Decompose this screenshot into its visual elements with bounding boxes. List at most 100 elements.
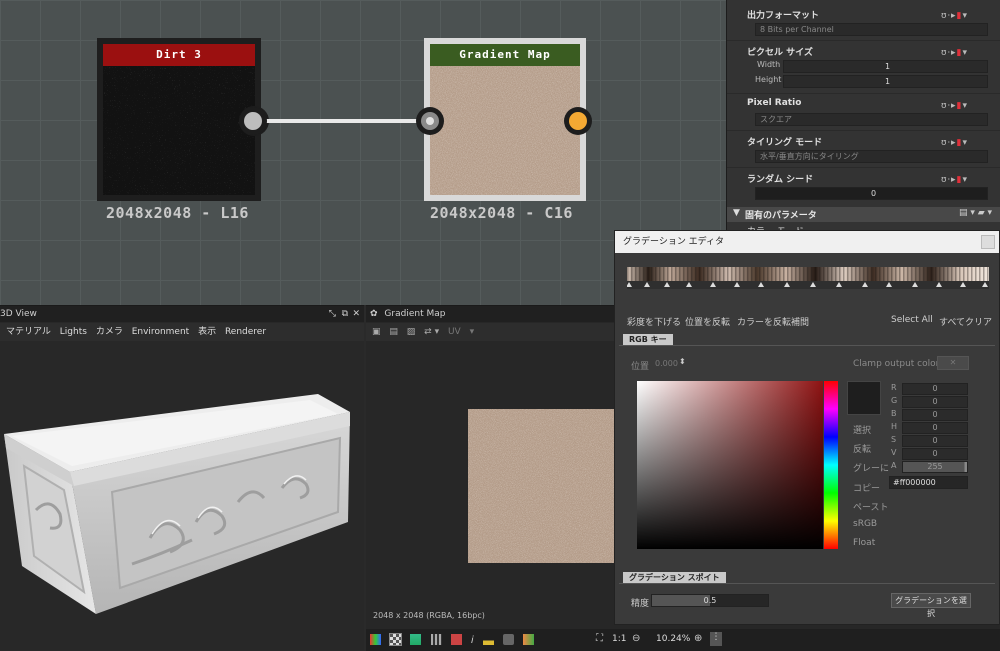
float-icon[interactable]: ⧉: [342, 306, 348, 322]
menu-material[interactable]: マテリアル: [6, 327, 51, 337]
zoom-in-icon[interactable]: ⊕: [694, 633, 702, 644]
3d-model-render[interactable]: [0, 342, 364, 651]
texture-preview[interactable]: [468, 409, 616, 563]
param-function-icons[interactable]: ʊ⸱▸▮▾: [941, 8, 968, 21]
height-label: Height: [755, 75, 782, 84]
gradient-bar[interactable]: [627, 267, 989, 289]
input-port-gradient[interactable]: [416, 107, 444, 135]
histogram-icon[interactable]: [482, 634, 494, 645]
divider: [727, 130, 1000, 131]
uv-label: UV: [447, 327, 461, 337]
pixel-ratio-label: Pixel Ratio: [747, 98, 802, 108]
channel-h-field[interactable]: 0: [902, 422, 968, 434]
float-button[interactable]: Float: [853, 538, 875, 548]
random-seed-slider[interactable]: 0: [755, 187, 988, 200]
channel-s-label: S: [891, 435, 897, 444]
image-icon[interactable]: ▨: [407, 327, 416, 337]
properties-panel: 出力フォーマット ʊ⸱▸▮▾ 8 Bits per Channel ピクセル サ…: [726, 0, 1000, 237]
close-icon[interactable]: ✕: [352, 306, 360, 322]
share-icon[interactable]: ⇄ ▾: [424, 327, 439, 337]
color-square[interactable]: [637, 381, 823, 549]
width-value: 1: [884, 62, 891, 71]
channel-a-field[interactable]: 255: [902, 461, 968, 473]
interpolate-button[interactable]: 補間: [791, 315, 809, 328]
channel-v-label: V: [891, 448, 897, 457]
zoom-value[interactable]: 10.24%: [656, 634, 690, 644]
collapse-arrow-icon: ▼: [733, 208, 740, 218]
param-function-icons[interactable]: ʊ⸱▸▮▾: [941, 172, 968, 185]
precision-slider[interactable]: 0.5: [651, 594, 769, 607]
reverse-position-button[interactable]: 位置を反転: [685, 315, 730, 328]
pixel-ratio-field[interactable]: スクエア: [755, 113, 988, 126]
menu-lights[interactable]: Lights: [60, 327, 87, 337]
width-slider[interactable]: 1: [783, 60, 988, 73]
output-port-gradient[interactable]: [564, 107, 592, 135]
position-value[interactable]: 0.000: [655, 359, 678, 368]
alpha-icon[interactable]: [523, 634, 535, 645]
position-spinner-icon[interactable]: ⬍: [679, 357, 686, 366]
color-picker-icon[interactable]: [502, 634, 514, 645]
output-port-dirt[interactable]: [239, 107, 267, 135]
tiling-mode-field[interactable]: 水平/垂直方向にタイリング: [755, 150, 988, 163]
select-button[interactable]: 選択: [853, 423, 871, 436]
precision-value: 0.5: [703, 596, 717, 605]
checker-icon[interactable]: [389, 633, 403, 646]
precision-label: 精度: [631, 599, 650, 609]
tile-icon[interactable]: [450, 634, 462, 645]
channel-a-label: A: [891, 461, 897, 470]
clear-all-button[interactable]: すべてクリア: [939, 315, 992, 328]
channels-icon[interactable]: [370, 634, 381, 645]
zoom-out-icon[interactable]: ⊖: [632, 633, 640, 644]
channel-s-field[interactable]: 0: [902, 435, 968, 447]
copy-icon[interactable]: ▣: [372, 327, 381, 337]
section-icons[interactable]: ▤ ▾ ▰ ▾: [959, 208, 992, 218]
select-all-button[interactable]: Select All: [891, 315, 933, 325]
invert-button[interactable]: 反転: [853, 442, 871, 455]
srgb-button[interactable]: sRGB: [853, 519, 877, 529]
tab-underline: [619, 345, 995, 346]
copy-button[interactable]: コピー: [853, 481, 880, 494]
section-title: 固有のパラメータ: [745, 211, 817, 221]
save-icon[interactable]: ▤: [389, 327, 398, 337]
pin-icon[interactable]: ⤡: [329, 306, 336, 322]
menu-environment[interactable]: Environment: [132, 327, 189, 337]
tab-rgb-key[interactable]: RGB キー: [623, 334, 673, 345]
3d-view-panel[interactable]: 3D View ⤡ ⧉ ✕ マテリアル Lights カメラ Environme…: [0, 305, 364, 650]
channel-g-field[interactable]: 0: [902, 396, 968, 408]
divider: [727, 40, 1000, 41]
param-function-icons[interactable]: ʊ⸱▸▮▾: [941, 98, 968, 111]
position-label: 位置: [631, 362, 650, 372]
divider: [727, 167, 1000, 168]
menu-camera[interactable]: カメラ: [96, 327, 123, 337]
paste-button[interactable]: ペースト: [853, 500, 889, 513]
dialog-close-button[interactable]: [981, 235, 995, 249]
select-gradient-button[interactable]: グラデーションを選択: [891, 593, 971, 618]
color-icon[interactable]: [410, 634, 422, 645]
fit-icon[interactable]: ⛶: [596, 633, 603, 644]
grayscale-button[interactable]: グレーに: [853, 461, 889, 474]
info-icon[interactable]: 𝑖: [471, 635, 474, 646]
menu-display[interactable]: 表示: [198, 327, 216, 337]
invert-color-button[interactable]: カラーを反転: [737, 315, 791, 328]
menu-renderer[interactable]: Renderer: [225, 327, 266, 337]
width-label: Width: [757, 60, 781, 69]
channel-v-field[interactable]: 0: [902, 448, 968, 460]
height-slider[interactable]: 1: [783, 75, 988, 88]
section-header[interactable]: ▼ 固有のパラメータ ▤ ▾ ▰ ▾: [727, 207, 1000, 222]
dialog-title: グラデーション エディタ: [615, 231, 999, 253]
hex-field[interactable]: #ff000000: [889, 476, 968, 489]
desaturate-button[interactable]: 彩度を下げる: [627, 315, 681, 328]
uv-dropdown[interactable]: UV ▾: [448, 327, 474, 337]
param-function-icons[interactable]: ʊ⸱▸▮▾: [941, 135, 968, 148]
hue-slider[interactable]: [824, 381, 838, 549]
clamp-checkbox[interactable]: ✕: [937, 356, 969, 370]
grid-icon[interactable]: [430, 634, 442, 645]
tab-gradient-eyedropper[interactable]: グラデーション スポイト: [623, 572, 726, 583]
ratio-button[interactable]: 1:1: [612, 634, 626, 644]
channel-b-field[interactable]: 0: [902, 409, 968, 421]
channel-r-field[interactable]: 0: [902, 383, 968, 395]
output-format-field[interactable]: 8 Bits per Channel: [755, 23, 988, 36]
tab-underline: [619, 583, 995, 584]
settings-icon[interactable]: ⋮: [710, 632, 722, 646]
param-function-icons[interactable]: ʊ⸱▸▮▾: [941, 45, 968, 58]
